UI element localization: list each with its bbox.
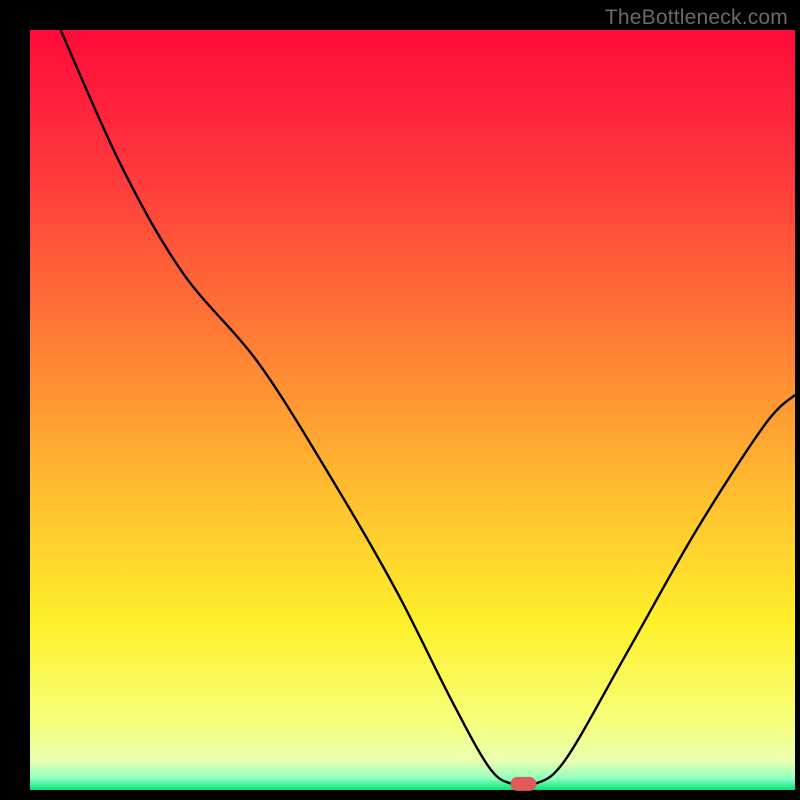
watermark-label: TheBottleneck.com bbox=[605, 6, 788, 30]
optimal-marker bbox=[510, 777, 536, 791]
bottleneck-chart bbox=[0, 0, 800, 800]
gradient-background bbox=[30, 30, 795, 790]
chart-container: TheBottleneck.com bbox=[0, 0, 800, 800]
